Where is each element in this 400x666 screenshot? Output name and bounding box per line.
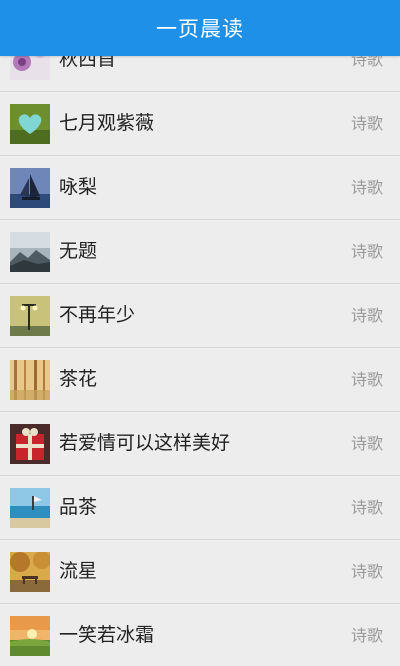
- seaside-icon: [10, 488, 50, 528]
- list-item[interactable]: 咏梨 诗歌: [0, 156, 400, 220]
- list-item-title: 流星: [59, 560, 98, 582]
- list-item-title: 咏梨: [59, 176, 98, 198]
- article-list[interactable]: 秋西首 诗歌 七月观紫薇 诗歌 咏梨 诗歌 无题 诗歌 不再年少 诗歌 茶花 诗…: [0, 28, 400, 666]
- list-item-category: 诗歌: [350, 434, 383, 453]
- list-item[interactable]: 无题 诗歌: [0, 220, 400, 284]
- title-bar: 一页晨读: [0, 0, 400, 56]
- list-item-title: 茶花: [59, 368, 98, 390]
- page-title: 一页晨读: [156, 17, 244, 41]
- sunset-field-icon: [10, 616, 50, 656]
- list-item[interactable]: 品茶 诗歌: [0, 476, 400, 540]
- heart-lake-icon: [10, 104, 50, 144]
- list-item-category: 诗歌: [350, 562, 383, 581]
- list-item-category: 诗歌: [350, 178, 383, 197]
- list-item-title: 一笑若冰霜: [59, 624, 155, 646]
- street-lamp-icon: [10, 296, 50, 336]
- list-item[interactable]: 流星 诗歌: [0, 540, 400, 604]
- list-item[interactable]: 不再年少 诗歌: [0, 284, 400, 348]
- list-item-title: 不再年少: [59, 304, 136, 326]
- list-item-category: 诗歌: [350, 242, 383, 261]
- list-item[interactable]: 若爱情可以这样美好 诗歌: [0, 412, 400, 476]
- autumn-bench-icon: [10, 552, 50, 592]
- sunlit-trees-icon: [10, 360, 50, 400]
- misty-mountain-icon: [10, 232, 50, 272]
- list-item[interactable]: 茶花 诗歌: [0, 348, 400, 412]
- list-item-title: 若爱情可以这样美好: [59, 432, 231, 454]
- list-item-category: 诗歌: [350, 370, 383, 389]
- list-item[interactable]: 七月观紫薇 诗歌: [0, 92, 400, 156]
- list-item[interactable]: 一笑若冰霜 诗歌: [0, 604, 400, 666]
- list-item-category: 诗歌: [350, 306, 383, 325]
- list-item-title: 无题: [59, 240, 98, 262]
- list-item-category: 诗歌: [350, 498, 383, 517]
- sailboat-icon: [10, 168, 50, 208]
- list-item-title: 七月观紫薇: [59, 112, 155, 134]
- list-item-title: 品茶: [59, 496, 98, 518]
- list-item-category: 诗歌: [350, 626, 383, 645]
- list-item-category: 诗歌: [350, 114, 383, 133]
- red-gift-icon: [10, 424, 50, 464]
- app-window: 秋西首 诗歌 七月观紫薇 诗歌 咏梨 诗歌 无题 诗歌 不再年少 诗歌 茶花 诗…: [0, 0, 400, 666]
